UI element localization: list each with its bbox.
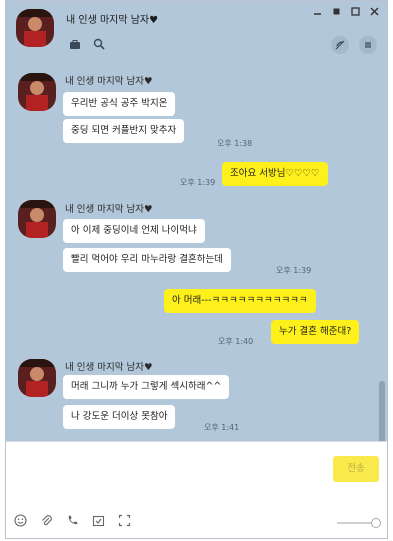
menu-icon[interactable] bbox=[359, 36, 377, 54]
message-bubble[interactable]: 머래 그니까 누가 그렇게 섹시하래^^ bbox=[63, 375, 230, 399]
message-bubble[interactable]: 나 강도운 더이상 못참아 bbox=[63, 405, 176, 429]
sender-name: 내 인생 마지막 남자♥ bbox=[65, 204, 153, 215]
message-bubble[interactable]: 아 이제 중딩이네 언제 나이먹냐 bbox=[63, 219, 205, 243]
mute-icon[interactable] bbox=[331, 36, 349, 54]
message-time: 오후 1:41 bbox=[204, 423, 240, 432]
emoji-icon[interactable] bbox=[14, 514, 27, 530]
my-message-bubble[interactable]: 아 머래---ㅋㅋㅋㅋㅋㅋㅋㅋㅋㅋㅋ bbox=[164, 289, 316, 313]
close-icon[interactable] bbox=[370, 7, 379, 19]
chat-window: 내 인생 마지막 남자♥ 내 인생 마지막 남자♥ 우리반 공식 공주 박지온 … bbox=[5, 0, 388, 539]
message-time: 오후 1:40 bbox=[218, 337, 254, 346]
sender-name: 내 인생 마지막 남자♥ bbox=[65, 76, 153, 87]
chat-header: 내 인생 마지막 남자♥ bbox=[6, 1, 387, 63]
call-icon[interactable] bbox=[66, 514, 79, 530]
friend-avatar[interactable] bbox=[18, 73, 56, 111]
message-time: 오후 1:39 bbox=[180, 178, 216, 187]
send-button[interactable]: 전송 bbox=[333, 456, 379, 482]
message-bubble[interactable]: 빨리 먹어야 우리 마누라랑 결혼하는데 bbox=[63, 248, 231, 272]
capture-icon[interactable] bbox=[118, 514, 131, 530]
search-icon[interactable] bbox=[93, 38, 105, 53]
bag-icon[interactable] bbox=[69, 38, 81, 53]
message-bubble[interactable]: 중딩 되면 커플반지 맞추자 bbox=[63, 119, 185, 143]
message-input-area[interactable]: 전송 bbox=[6, 441, 387, 538]
pin-icon[interactable] bbox=[332, 7, 341, 19]
chat-room-title: 내 인생 마지막 남자♥ bbox=[66, 15, 159, 26]
message-time: 오후 1:38 bbox=[217, 139, 253, 148]
attach-icon[interactable] bbox=[40, 514, 53, 530]
maximize-icon[interactable] bbox=[351, 7, 360, 19]
schedule-icon[interactable] bbox=[92, 514, 105, 530]
message-bubble[interactable]: 우리반 공식 공주 박지온 bbox=[63, 92, 176, 116]
message-time: 오후 1:39 bbox=[276, 266, 312, 275]
friend-avatar[interactable] bbox=[18, 200, 56, 238]
sender-name: 내 인생 마지막 남자♥ bbox=[65, 362, 153, 373]
my-message-bubble[interactable]: 누가 결혼 해준대? bbox=[271, 320, 360, 344]
message-list[interactable]: 내 인생 마지막 남자♥ 우리반 공식 공주 박지온 중딩 되면 커플반지 맞추… bbox=[6, 63, 387, 469]
minimize-icon[interactable] bbox=[313, 7, 322, 19]
opacity-slider[interactable] bbox=[337, 518, 381, 528]
chat-room-avatar[interactable] bbox=[16, 9, 54, 47]
slider-handle[interactable] bbox=[371, 518, 381, 528]
friend-avatar[interactable] bbox=[18, 359, 56, 397]
my-message-bubble[interactable]: 조아요 서방님♡♡♡♡ bbox=[222, 162, 328, 186]
